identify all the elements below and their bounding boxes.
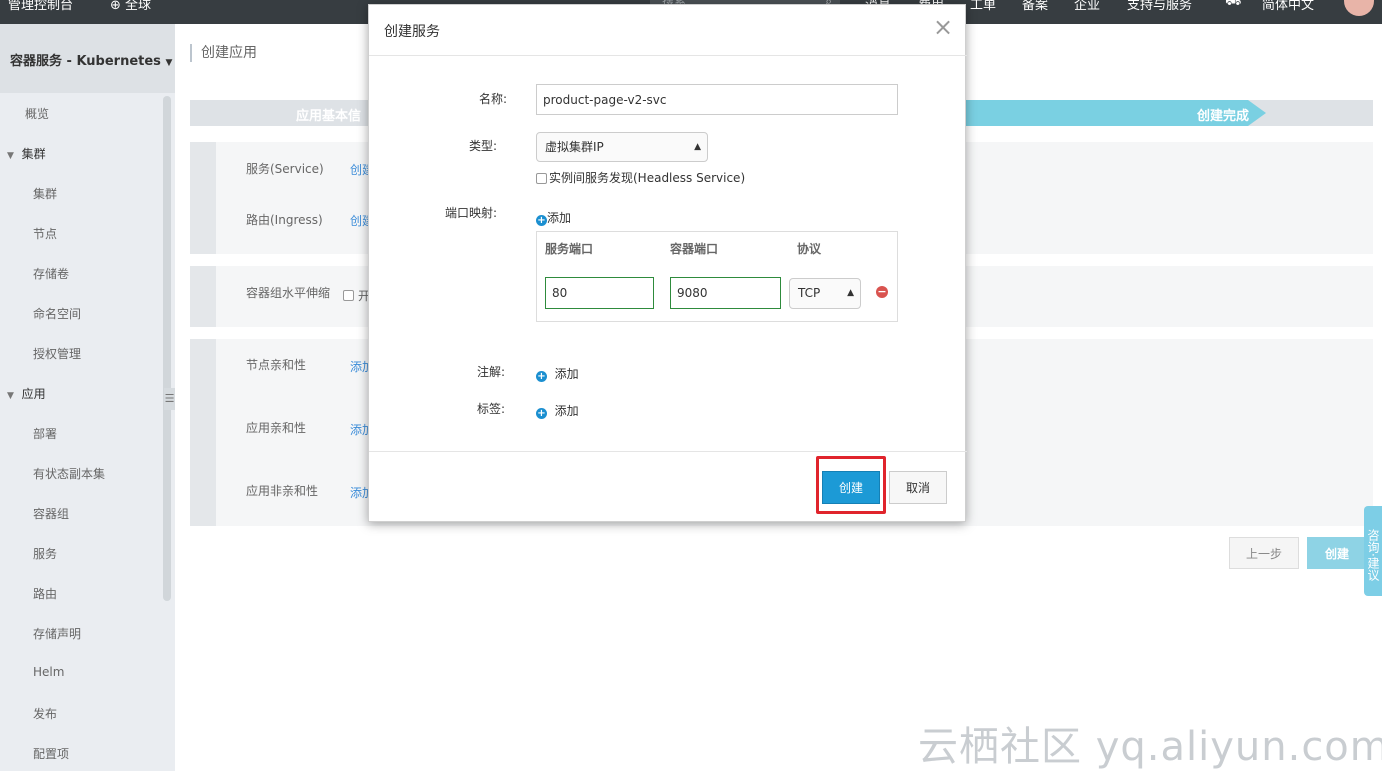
dialog-footer-divider <box>369 451 967 452</box>
node-affinity-label: 节点亲和性 <box>246 358 307 372</box>
service-name-input[interactable] <box>536 84 898 115</box>
breadcrumb: 创建应用 <box>190 44 257 62</box>
select-arrows-icon: ▲ <box>847 288 854 298</box>
service-port-input[interactable] <box>545 277 654 309</box>
sidebar-collapse-handle[interactable]: ☰ <box>164 388 175 410</box>
port-add-button[interactable]: +添加 <box>536 209 571 226</box>
service-type-select[interactable]: 虚拟集群IP ▲ <box>536 132 708 162</box>
type-label: 类型: <box>468 139 497 153</box>
panel-side-label <box>190 266 216 327</box>
nav-enterprise[interactable]: 企业 <box>1074 0 1100 13</box>
sidebar-item-release[interactable]: 发布 <box>33 705 57 722</box>
ingress-label: 路由(Ingress) <box>246 213 323 227</box>
tag-label: 标签: <box>477 402 506 416</box>
protocol-header: 协议 <box>797 242 822 256</box>
port-mapping-label: 端口映射: <box>445 206 498 220</box>
sidebar-group-cluster[interactable]: ▼ 集群 <box>7 145 46 162</box>
add-label: 添加 <box>554 404 579 418</box>
sidebar-item-pods[interactable]: 容器组 <box>33 505 69 522</box>
sidebar-item-helm[interactable]: Helm <box>33 665 64 679</box>
console-link[interactable]: 管理控制台 <box>8 0 73 13</box>
type-selected-value: 虚拟集群IP <box>545 140 604 154</box>
app-affinity-label: 应用亲和性 <box>246 421 307 435</box>
sidebar-item-deployments[interactable]: 部署 <box>33 425 57 442</box>
global-label: 全球 <box>125 0 152 13</box>
protocol-select[interactable]: TCP ▲ <box>789 278 861 309</box>
sidebar-item-configmap[interactable]: 配置项 <box>33 745 69 762</box>
plus-circle-icon: + <box>536 408 547 419</box>
global-region[interactable]: ⊕ 全球 <box>110 0 151 13</box>
port-mapping-table: 服务端口 容器端口 协议 TCP ▲ − <box>536 231 898 322</box>
dialog-title: 创建服务 <box>384 24 440 40</box>
headless-checkbox[interactable] <box>536 173 547 184</box>
sidebar-item-statefulsets[interactable]: 有状态副本集 <box>33 465 105 482</box>
sidebar-item-volumes[interactable]: 存储卷 <box>33 265 69 282</box>
step-basic-info: 应用基本信 <box>296 109 362 124</box>
nav-tickets[interactable]: 工单 <box>970 0 996 13</box>
product-switcher[interactable]: 容器服务 - Kubernetes ▼ <box>10 50 172 69</box>
container-port-header: 容器端口 <box>670 242 719 256</box>
watermark: 云栖社区 yq.aliyun.com <box>918 724 1382 770</box>
caret-down-icon: ▼ <box>165 58 173 68</box>
sidebar-scrollbar[interactable] <box>163 96 171 601</box>
headless-service-option[interactable]: 实例间服务发现(Headless Service) <box>536 169 745 186</box>
cart-icon[interactable]: ⛟ <box>1225 0 1241 11</box>
close-icon[interactable]: × <box>933 15 953 39</box>
step-complete: 创建完成 <box>1197 109 1250 124</box>
nav-icp[interactable]: 备案 <box>1022 0 1048 13</box>
add-label: 添加 <box>547 211 572 225</box>
sidebar-item-pvc[interactable]: 存储声明 <box>33 625 81 642</box>
group-label: 应用 <box>21 387 46 401</box>
sidebar-header: 容器服务 - Kubernetes ▼ <box>0 24 175 93</box>
protocol-selected-value: TCP <box>798 286 821 300</box>
plus-circle-icon: + <box>536 215 547 226</box>
product-title: 容器服务 - Kubernetes <box>10 54 161 69</box>
service-label: 服务(Service) <box>246 162 324 176</box>
prev-step-button[interactable]: 上一步 <box>1229 537 1299 569</box>
sidebar-item-nodes[interactable]: 节点 <box>33 225 57 242</box>
select-arrows-icon: ▲ <box>694 142 701 152</box>
nav-language[interactable]: 简体中文 <box>1262 0 1314 13</box>
container-port-input[interactable] <box>670 277 781 309</box>
add-label: 添加 <box>554 367 579 381</box>
sidebar-group-application[interactable]: ▼ 应用 <box>7 385 46 402</box>
service-port-header: 服务端口 <box>545 242 594 256</box>
dialog-create-button[interactable]: 创建 <box>822 471 880 504</box>
plus-circle-icon: + <box>536 371 547 382</box>
caret-down-icon: ▼ <box>7 151 14 161</box>
sidebar-item-overview[interactable]: 概览 <box>25 105 49 122</box>
sidebar-item-clusters[interactable]: 集群 <box>33 185 57 202</box>
panel-side-label <box>190 339 216 526</box>
consult-feedback-tab[interactable]: 咨询·建议 <box>1364 506 1382 596</box>
globe-icon: ⊕ <box>110 0 121 13</box>
remove-port-icon[interactable]: − <box>876 286 888 298</box>
tag-add-button[interactable]: + 添加 <box>536 402 579 419</box>
sidebar: 容器服务 - Kubernetes ▼ 概览 ▼ 集群 集群 节点 存储卷 命名… <box>0 24 175 771</box>
hpa-checkbox[interactable] <box>343 290 354 301</box>
avatar[interactable] <box>1344 0 1374 16</box>
panel-side-label <box>190 142 216 254</box>
caret-down-icon: ▼ <box>7 391 14 401</box>
dialog-cancel-button[interactable]: 取消 <box>889 471 947 504</box>
nav-support[interactable]: 支持与服务 <box>1127 0 1192 13</box>
sidebar-item-services[interactable]: 服务 <box>33 545 57 562</box>
dialog-header-divider <box>369 55 967 56</box>
sidebar-item-ingress[interactable]: 路由 <box>33 585 57 602</box>
group-label: 集群 <box>21 147 46 161</box>
annotation-add-button[interactable]: + 添加 <box>536 365 579 382</box>
name-label: 名称: <box>478 92 507 106</box>
hpa-label: 容器组水平伸缩 <box>246 286 331 300</box>
sidebar-item-authorization[interactable]: 授权管理 <box>33 345 81 362</box>
headless-label: 实例间服务发现(Headless Service) <box>549 171 746 185</box>
annotation-label: 注解: <box>477 365 506 379</box>
create-app-button[interactable]: 创建 <box>1307 537 1367 569</box>
create-service-dialog: 创建服务 × 名称: 类型: 虚拟集群IP ▲ 实例间服务发现(Headless… <box>368 4 967 522</box>
sidebar-item-namespaces[interactable]: 命名空间 <box>33 305 81 322</box>
app-anti-affinity-label: 应用非亲和性 <box>246 484 319 498</box>
